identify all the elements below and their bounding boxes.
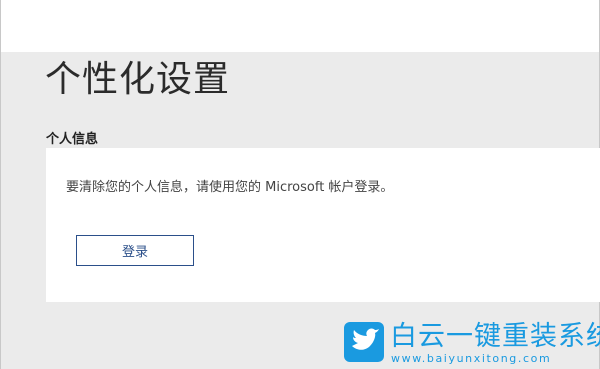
window-top-bar — [0, 0, 600, 52]
site-watermark: 白云一键重装系统 www.baiyunxitong.com — [344, 322, 600, 366]
personal-info-card: 要清除您的个人信息，请使用您的 Microsoft 帐户登录。 登录 — [46, 148, 600, 302]
frame-left-border — [0, 0, 1, 369]
page-title: 个性化设置 — [45, 59, 231, 100]
signin-button[interactable]: 登录 — [76, 235, 194, 266]
bird-icon — [344, 322, 384, 362]
personal-info-description: 要清除您的个人信息，请使用您的 Microsoft 帐户登录。 — [66, 180, 394, 195]
personal-info-heading: 个人信息 — [46, 132, 99, 147]
watermark-url-text: www.baiyunxitong.com — [391, 352, 552, 365]
watermark-brand-text: 白云一键重装系统 — [390, 321, 600, 352]
